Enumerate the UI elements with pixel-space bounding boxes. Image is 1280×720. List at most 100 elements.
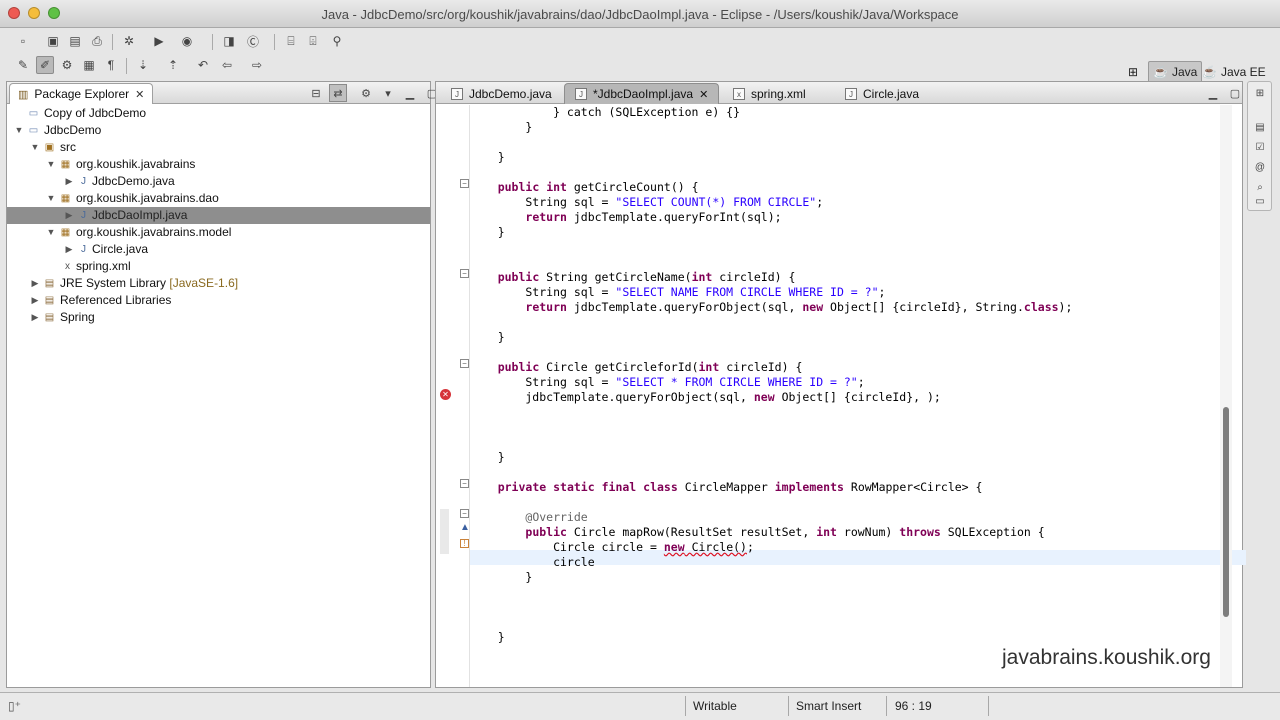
last-edit-location-icon[interactable]: ↶ <box>194 56 212 74</box>
fold-icon[interactable]: − <box>460 269 469 278</box>
chevron-right-icon[interactable]: ▶ <box>29 311 41 323</box>
mark-occurrences-icon[interactable]: ✎ <box>14 56 32 74</box>
code-line: return jdbcTemplate.queryForInt(sql); <box>525 210 782 224</box>
chevron-right-icon[interactable]: ▶ <box>63 209 75 221</box>
external-tools-icon[interactable]: ◉ <box>178 32 196 50</box>
main-toolbar: ▫ ▣ ▤ ⎙ ✲ ▶ ◉ ◨ Ⓒ ⌸ ⌹ ⚲ ⊞ ☕ Java ☕ Java … <box>0 29 1280 83</box>
code-line: } <box>470 120 533 134</box>
collapse-all-icon[interactable]: ⊟ <box>307 84 325 102</box>
tree-item[interactable]: ▼ ▦ org.koushik.javabrains <box>7 156 430 173</box>
console-icon[interactable]: ▭ <box>1253 194 1267 208</box>
minimize-icon[interactable]: ▁ <box>1204 84 1222 102</box>
code-line: return jdbcTemplate.queryForObject(sql, … <box>525 300 1073 314</box>
warning-icon[interactable]: ! <box>460 539 469 548</box>
chevron-down-icon[interactable]: ▼ <box>13 124 25 136</box>
xml-file-icon: x <box>733 88 745 100</box>
tab-package-explorer[interactable]: ▥ Package Explorer ✕ <box>9 83 154 104</box>
view-menu-chevron-down-icon[interactable]: ▾ <box>379 84 397 102</box>
source-folder-icon: ▣ <box>44 142 55 153</box>
tree-item[interactable]: ▼ ▦ org.koushik.javabrains.model <box>7 224 430 241</box>
tree-item[interactable]: ▼ ▣ src <box>7 139 430 156</box>
code-line: } <box>470 150 505 164</box>
new-class-icon[interactable]: Ⓒ <box>244 32 262 50</box>
chevron-down-icon[interactable]: ▼ <box>29 141 41 153</box>
highlight-icon[interactable]: ✐ <box>36 56 54 74</box>
tree-item[interactable]: ▶ ▤ JRE System Library [JavaSE-1.6] <box>7 275 430 292</box>
save-icon[interactable]: ▣ <box>44 32 62 50</box>
previous-annotation-icon[interactable]: ⇡ <box>164 56 182 74</box>
fold-icon[interactable]: − <box>460 479 469 488</box>
fast-view-icon[interactable]: ▯⁺ <box>8 699 21 713</box>
error-icon[interactable]: ✕ <box>440 389 451 400</box>
chevron-down-icon[interactable]: ▼ <box>45 158 57 170</box>
editor-gutter: − − − ✕ − − ▲ ! <box>437 105 470 687</box>
close-icon[interactable]: ✕ <box>135 88 144 101</box>
forward-icon[interactable]: ⇨ <box>248 56 266 74</box>
fold-icon[interactable]: − <box>460 179 469 188</box>
chevron-down-icon[interactable]: ▼ <box>45 226 57 238</box>
javadoc-icon[interactable]: @ <box>1253 160 1267 174</box>
outline-icon[interactable]: ▤ <box>1253 120 1267 134</box>
next-annotation-icon[interactable]: ⇣ <box>134 56 152 74</box>
java-file-icon: J <box>451 88 463 100</box>
tree-item[interactable]: ▭ Copy of JdbcDemo <box>7 105 430 122</box>
fold-icon[interactable]: − <box>460 509 469 518</box>
debug-icon[interactable]: ✲ <box>120 32 138 50</box>
tree-item[interactable]: x spring.xml <box>7 258 430 275</box>
chevron-right-icon[interactable]: ▶ <box>29 277 41 289</box>
tree-item[interactable]: ▶ J Circle.java <box>7 241 430 258</box>
run-icon[interactable]: ▶ <box>150 32 168 50</box>
block-selection-icon[interactable]: ▦ <box>80 56 98 74</box>
library-icon: ▤ <box>44 312 55 323</box>
code-line: } <box>470 450 505 464</box>
code-line: } <box>470 570 533 584</box>
project-icon: ▭ <box>28 108 39 119</box>
maximize-icon[interactable]: ▢ <box>1226 84 1244 102</box>
fold-icon[interactable]: − <box>460 359 469 368</box>
tab-spring-xml[interactable]: x spring.xml <box>722 83 817 104</box>
close-icon[interactable]: ✕ <box>699 88 708 101</box>
code-editor[interactable]: } catch (SQLException e) {} } } public i… <box>470 105 1246 687</box>
tree-item[interactable]: ▶ ▤ Spring <box>7 309 430 326</box>
open-folder-icon[interactable]: ⌹ <box>304 32 322 50</box>
tree-item[interactable]: ▶ ▤ Referenced Libraries <box>7 292 430 309</box>
code-line: public String getCircleName(int circleId… <box>497 270 796 284</box>
tree-item[interactable]: ▼ ▭ JdbcDemo <box>7 122 430 139</box>
package-explorer-icon: ▥ <box>18 88 29 101</box>
code-line: String sql = "SELECT * FROM CIRCLE WHERE… <box>470 375 865 389</box>
java-file-icon: J <box>81 210 86 221</box>
code-line: String sql = "SELECT COUNT(*) FROM CIRCL… <box>470 195 824 209</box>
task-list-icon[interactable]: ☑ <box>1253 140 1267 154</box>
link-with-editor-icon[interactable]: ⇄ <box>329 84 347 102</box>
new-java-project-icon[interactable]: ◨ <box>220 32 238 50</box>
new-icon[interactable]: ▫ <box>14 32 32 50</box>
minimize-icon[interactable]: ▁ <box>401 84 419 102</box>
save-all-icon[interactable]: ▤ <box>66 32 84 50</box>
window-title: Java - JdbcDemo/src/org/koushik/javabrai… <box>321 7 959 22</box>
chevron-right-icon[interactable]: ▶ <box>63 175 75 187</box>
declaration-icon[interactable]: ⌕ <box>1253 180 1267 194</box>
tab-jdbcdemo-java[interactable]: J JdbcDemo.java <box>440 83 563 104</box>
chevron-down-icon[interactable]: ▼ <box>45 192 57 204</box>
package-icon: ▦ <box>60 193 71 204</box>
tree-item[interactable]: ▼ ▦ org.koushik.javabrains.dao <box>7 190 430 207</box>
filters-icon[interactable]: ⚙ <box>357 84 375 102</box>
show-whitespace-icon[interactable]: ¶ <box>102 56 120 74</box>
secondary-toolbar: ✎ ✐ ⚙ ▦ ¶ ⇣ ⇡ ↶ ⇦ ⇨ <box>0 53 1280 79</box>
tab-circle-java[interactable]: J Circle.java <box>834 83 930 104</box>
tab-jdbcdaoimpl-java[interactable]: J *JdbcDaoImpl.java ✕ <box>564 83 720 104</box>
open-type-icon[interactable]: ⌸ <box>282 32 300 50</box>
editor-vertical-scrollbar[interactable] <box>1220 105 1232 687</box>
tree-item-selected[interactable]: ▶ J JdbcDaoImpl.java <box>7 207 430 224</box>
chevron-right-icon[interactable]: ▶ <box>29 294 41 306</box>
search-icon[interactable]: ⚲ <box>328 32 346 50</box>
code-line-current: circle <box>470 555 602 569</box>
scrollbar-thumb[interactable] <box>1223 407 1229 617</box>
chevron-right-icon[interactable]: ▶ <box>63 243 75 255</box>
print-icon[interactable]: ⎙ <box>88 32 106 50</box>
code-line: } catch (SQLException e) {} <box>470 105 741 119</box>
restore-icon[interactable]: ⊞ <box>1253 86 1267 100</box>
tree-item[interactable]: ▶ J JdbcDemo.java <box>7 173 430 190</box>
back-icon[interactable]: ⇦ <box>218 56 236 74</box>
toggle-breadcrumb-icon[interactable]: ⚙ <box>58 56 76 74</box>
